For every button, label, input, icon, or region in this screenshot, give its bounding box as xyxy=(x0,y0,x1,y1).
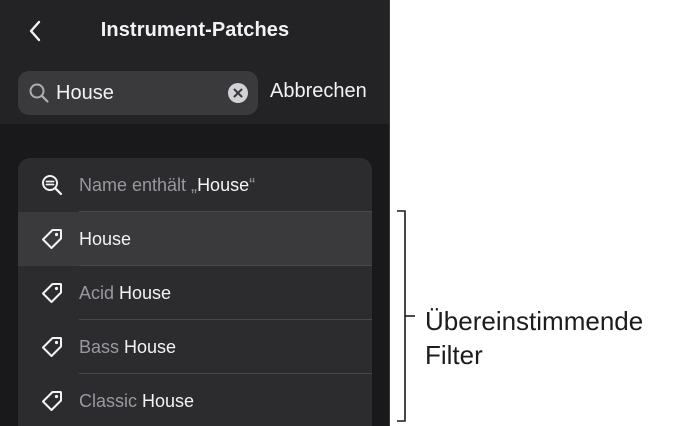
header: Instrument-Patches Abbrechen xyxy=(0,0,389,124)
tag-icon xyxy=(42,337,62,357)
tag-icon xyxy=(42,283,62,303)
callout-line-2: Filter xyxy=(425,340,483,370)
list-item-tag-bass-house[interactable]: Bass House xyxy=(18,320,372,374)
search-field[interactable] xyxy=(18,71,258,115)
instrument-patches-panel: Instrument-Patches Abbrechen xyxy=(0,0,390,426)
close-icon xyxy=(233,88,243,98)
callout-bracket xyxy=(397,210,415,422)
search-input[interactable] xyxy=(56,79,226,107)
page-title: Instrument-Patches xyxy=(100,19,290,41)
results-list: Name enthält „House“ House Acid House Ba… xyxy=(18,158,372,426)
list-item-label: Name enthält „House“ xyxy=(79,174,256,195)
callout-label: Übereinstimmende Filter xyxy=(425,304,643,372)
magnifier-text-icon xyxy=(42,175,63,196)
list-item-tag-acid-house[interactable]: Acid House xyxy=(18,266,372,320)
list-item-tag-classic-house[interactable]: Classic House xyxy=(18,374,372,426)
list-item-tag-house[interactable]: House xyxy=(18,212,372,266)
list-item-label: Bass House xyxy=(79,336,177,357)
search-icon xyxy=(29,83,49,103)
clear-search-button[interactable] xyxy=(228,83,248,103)
list-item-label: Acid House xyxy=(79,282,172,303)
list-item-name-filter[interactable]: Name enthält „House“ xyxy=(18,158,372,212)
list-item-label: House xyxy=(79,228,132,249)
cancel-button[interactable]: Abbrechen xyxy=(270,80,367,103)
list-item-label: Classic House xyxy=(79,390,195,411)
tag-icon xyxy=(42,229,62,249)
tag-icon xyxy=(42,391,62,411)
callout-line-1: Übereinstimmende xyxy=(425,306,644,336)
